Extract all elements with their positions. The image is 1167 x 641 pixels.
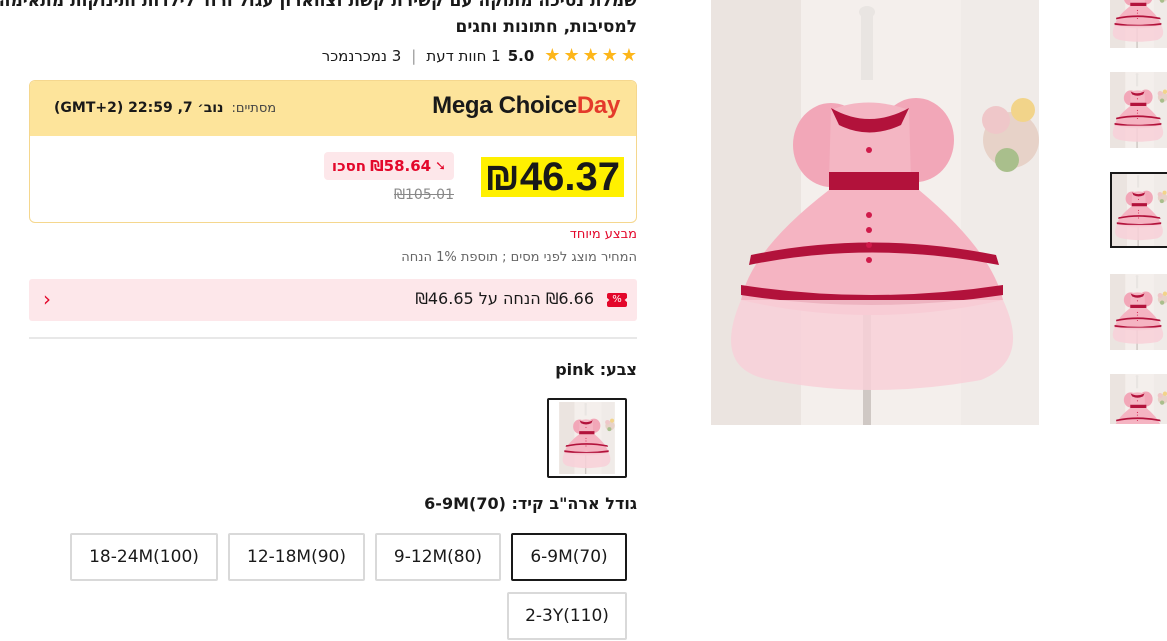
star-icon: ★ (620, 45, 637, 66)
thumbnail-4[interactable] (1110, 274, 1167, 350)
sold-count: 3 נמכרנמכר (321, 47, 402, 65)
promo-banner: Mega ChoiceDay מסתיים: נוב׳ 7, 22:59 (GMT… (30, 81, 636, 136)
size-label: גודל ארה"ב קיד: 6-9M(70) (424, 494, 637, 513)
down-arrow-icon: ➘ (435, 158, 446, 174)
star-icon: ★ (601, 45, 618, 66)
chevron-right-icon[interactable]: › (43, 287, 51, 311)
divider (29, 337, 637, 339)
coupon-icon: % (607, 293, 627, 307)
tax-note: המחיר מוצג לפני מסים ; תוספת 1% הנחה (401, 250, 637, 265)
rating-row: ★ ★ ★ ★ ★ 5.0 1 חוות דעת | 3 נמכרנמכר (321, 47, 637, 66)
product-title: שמלת נסיכה מתוקה עם קשירת קשת וצווארון ע… (0, 0, 637, 37)
size-option-2-3y[interactable]: 2-3Y(110) (507, 592, 627, 640)
thumbnail-5[interactable] (1110, 374, 1167, 424)
dress-thumbnail-icon (551, 402, 623, 474)
color-swatch-pink[interactable] (547, 398, 627, 478)
rating-value: 5.0 (507, 47, 535, 65)
special-offer-label: מבצע מיוחד (569, 227, 637, 242)
star-icon: ★ (563, 45, 580, 66)
save-label: חסכו (331, 157, 367, 175)
size-option-6-9m[interactable]: 6-9M(70) (511, 533, 627, 581)
ends-value: נוב׳ 7, 22:59 (GMT+2) (54, 100, 224, 116)
save-amount: ₪58.64 (370, 157, 432, 175)
coupon-text: ₪6.66 הנחה על ₪46.65 (415, 289, 594, 308)
reviews-link[interactable]: 1 חוות דעת (426, 47, 500, 65)
size-value: 6-9M(70) (424, 494, 506, 513)
coupon-bar[interactable]: % ₪6.66 הנחה על ₪46.65 › (29, 279, 637, 321)
main-product-image[interactable] (711, 0, 1039, 425)
ends-label: מסתיים: (231, 101, 277, 116)
mega-choice-day-logo: Mega ChoiceDay (432, 92, 620, 119)
save-badge: ➘ ₪58.64 חסכו (323, 152, 454, 180)
size-option-9-12m[interactable]: 9-12M(80) (375, 533, 501, 581)
original-price: ₪105.01 (394, 187, 454, 203)
size-option-12-18m[interactable]: 12-18M(90) (228, 533, 365, 581)
color-value: pink (555, 360, 595, 379)
star-icon: ★ (544, 45, 561, 66)
price-box: Mega ChoiceDay מסתיים: נוב׳ 7, 22:59 (GMT… (29, 80, 637, 223)
thumbnail-1[interactable] (1110, 0, 1167, 48)
promo-countdown: מסתיים: נוב׳ 7, 22:59 (GMT+2) (54, 100, 276, 116)
dress-image-icon (711, 0, 1039, 425)
current-price: ₪46.37 (480, 157, 624, 197)
size-option-18-24m[interactable]: 18-24M(100) (70, 533, 218, 581)
thumbnail-3[interactable] (1110, 172, 1167, 248)
rating-stars[interactable]: ★ ★ ★ ★ ★ (544, 47, 637, 65)
color-label: צבע: pink (555, 360, 637, 379)
thumbnail-2[interactable] (1110, 72, 1167, 148)
star-icon: ★ (582, 45, 599, 66)
separator: | (411, 47, 417, 65)
